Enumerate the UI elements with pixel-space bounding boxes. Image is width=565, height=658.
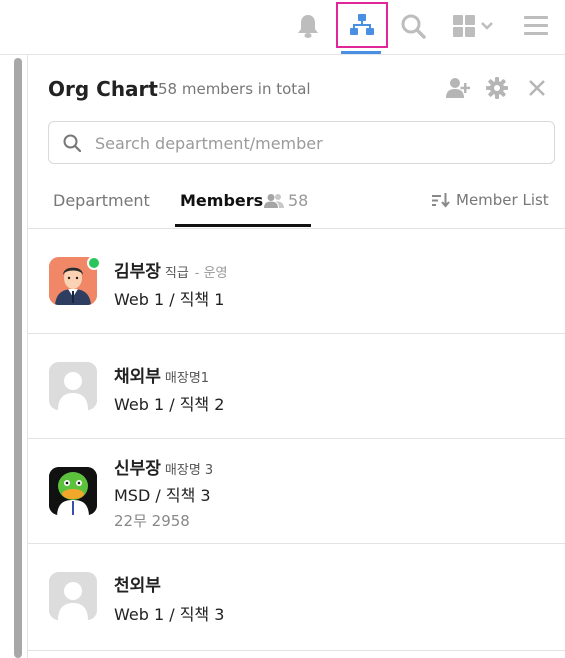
list-item[interactable]: 김부장 직급 - 운영 Web 1 / 직책 1: [28, 229, 565, 334]
gear-icon[interactable]: [484, 75, 510, 101]
tab-members-indicator: [175, 224, 311, 227]
close-icon[interactable]: [524, 75, 550, 101]
people-icon: [264, 193, 284, 208]
member-detail: MSD / 직책 3: [114, 486, 211, 505]
org-chart-panel: Org Chart 58 members in total Search dep…: [28, 55, 565, 658]
member-position: 매장명 3: [164, 463, 214, 478]
add-user-icon[interactable]: [445, 75, 471, 101]
search-icon: [63, 134, 82, 156]
member-name: 신부장 매장명 3: [114, 454, 213, 479]
member-name-text: 신부장: [114, 459, 161, 479]
member-name: 김부장 직급 - 운영: [114, 257, 228, 282]
top-toolbar: [0, 0, 565, 55]
member-name-text: 천외부: [114, 576, 161, 596]
avatar: [49, 362, 97, 410]
member-list-label: Member List: [456, 191, 549, 209]
member-name-text: 김부장: [114, 262, 161, 282]
member-detail: Web 1 / 직책 3: [114, 605, 225, 624]
list-item[interactable]: 채외부 매장명1 Web 1 / 직책 2: [28, 334, 565, 439]
list-item[interactable]: 신부장 매장명 3 MSD / 직책 3 22무 2958: [28, 439, 565, 544]
member-list-button[interactable]: Member List: [432, 191, 549, 209]
panel-title: Org Chart: [48, 77, 158, 101]
member-detail: Web 1 / 직책 1: [114, 290, 225, 309]
menu-icon[interactable]: [518, 4, 554, 48]
search-icon[interactable]: [396, 4, 430, 48]
member-position: 직급: [164, 266, 189, 281]
tab-department[interactable]: Department: [53, 191, 150, 210]
member-position: 매장명1: [164, 371, 210, 386]
search-box[interactable]: [48, 121, 555, 165]
member-name-text: 채외부: [114, 367, 161, 387]
online-status-dot: [87, 256, 101, 270]
bell-icon[interactable]: [292, 4, 324, 48]
active-indicator: [341, 51, 381, 54]
members-count: 58: [264, 191, 308, 210]
panel-scrollbar[interactable]: [14, 58, 22, 658]
avatar: [49, 467, 97, 515]
members-count-value: 58: [288, 191, 309, 210]
list-item[interactable]: 천외부 Web 1 / 직책 3: [28, 544, 565, 651]
member-name: 천외부: [114, 571, 161, 596]
panel-subtitle: 58 members in total: [158, 80, 311, 98]
member-detail: Web 1 / 직책 2: [114, 395, 225, 414]
search-input[interactable]: [93, 122, 537, 165]
avatar: [49, 572, 97, 620]
member-name: 채외부 매장명1: [114, 362, 209, 387]
sort-icon: [432, 193, 450, 208]
member-extra: 22무 2958: [114, 512, 190, 530]
apps-grid-icon[interactable]: [450, 4, 500, 48]
org-chart-icon[interactable]: [336, 2, 388, 48]
tab-members[interactable]: Members: [180, 191, 263, 210]
member-department: - 운영: [194, 266, 228, 281]
